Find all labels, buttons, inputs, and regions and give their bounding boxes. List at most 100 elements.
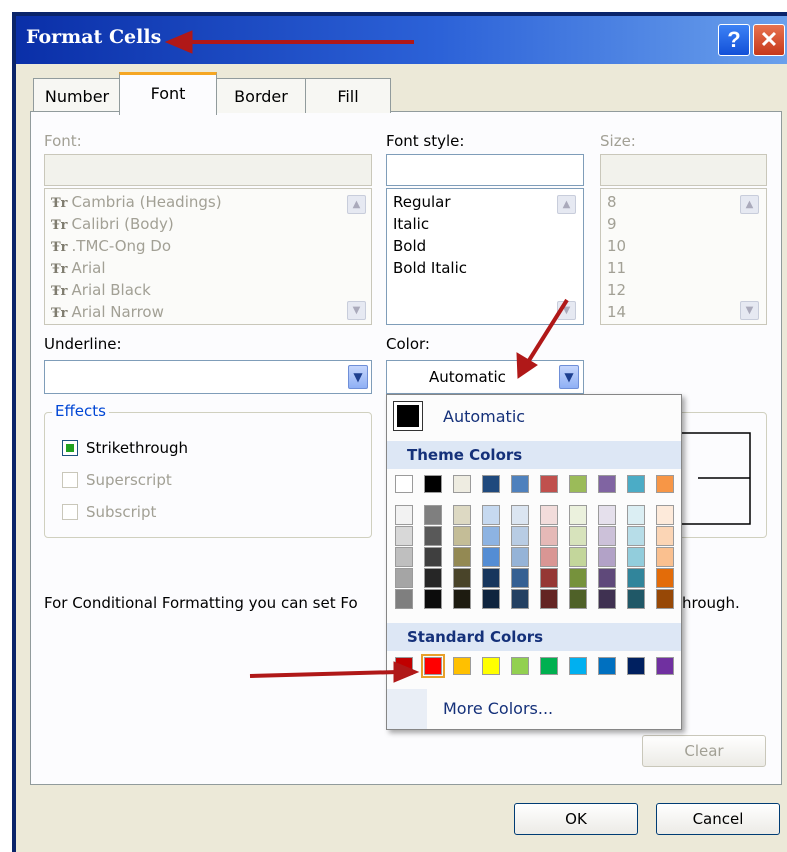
list-item[interactable]: Italic	[393, 215, 429, 233]
list-item[interactable]: 12	[607, 281, 626, 299]
theme-shade-swatch[interactable]	[395, 589, 413, 609]
scroll-up-button[interactable]: ▲	[347, 195, 366, 214]
strikethrough-checkbox[interactable]	[62, 440, 78, 456]
theme-shade-swatch[interactable]	[395, 505, 413, 525]
theme-color-swatch[interactable]	[453, 475, 471, 493]
tab-border[interactable]: Border	[216, 78, 306, 113]
theme-shade-swatch[interactable]	[511, 568, 529, 588]
help-button[interactable]: ?	[718, 24, 750, 56]
standard-color-swatch[interactable]	[627, 657, 645, 675]
color-dropdown[interactable]: Automatic ▼	[386, 360, 584, 394]
theme-shade-swatch[interactable]	[598, 589, 616, 609]
standard-color-swatch[interactable]	[511, 657, 529, 675]
theme-shade-swatch[interactable]	[598, 505, 616, 525]
theme-shade-swatch[interactable]	[540, 547, 558, 567]
theme-shade-swatch[interactable]	[482, 505, 500, 525]
tab-fill[interactable]: Fill	[305, 78, 391, 113]
tab-number[interactable]: Number	[33, 78, 121, 113]
theme-shade-swatch[interactable]	[540, 526, 558, 546]
theme-shade-swatch[interactable]	[569, 526, 587, 546]
standard-color-swatch[interactable]	[482, 657, 500, 675]
list-item[interactable]: Regular	[393, 193, 451, 211]
theme-shade-swatch[interactable]	[511, 589, 529, 609]
scroll-down-button[interactable]: ▼	[740, 301, 759, 320]
theme-shade-swatch[interactable]	[453, 568, 471, 588]
list-item[interactable]: Ŧr Arial Narrow	[51, 303, 164, 321]
automatic-option[interactable]: Automatic	[443, 407, 525, 426]
theme-color-swatch[interactable]	[482, 475, 500, 493]
list-item[interactable]: Ŧr Cambria (Headings)	[51, 193, 222, 211]
list-item[interactable]: Bold	[393, 237, 426, 255]
theme-shade-swatch[interactable]	[627, 568, 645, 588]
theme-shade-swatch[interactable]	[598, 526, 616, 546]
clear-button[interactable]: Clear	[642, 735, 766, 767]
theme-shade-swatch[interactable]	[482, 568, 500, 588]
cancel-button[interactable]: Cancel	[656, 803, 780, 835]
theme-shade-swatch[interactable]	[598, 547, 616, 567]
underline-dropdown[interactable]: ▼	[44, 360, 372, 394]
theme-shade-swatch[interactable]	[511, 526, 529, 546]
theme-shade-swatch[interactable]	[453, 526, 471, 546]
scroll-up-button[interactable]: ▲	[740, 195, 759, 214]
size-input[interactable]	[600, 154, 767, 186]
theme-shade-swatch[interactable]	[424, 547, 442, 567]
scroll-down-button[interactable]: ▼	[557, 301, 576, 320]
standard-color-swatch[interactable]	[598, 657, 616, 675]
theme-shade-swatch[interactable]	[395, 547, 413, 567]
theme-shade-swatch[interactable]	[540, 505, 558, 525]
theme-shade-swatch[interactable]	[511, 505, 529, 525]
theme-shade-swatch[interactable]	[482, 589, 500, 609]
theme-color-swatch[interactable]	[511, 475, 529, 493]
theme-shade-swatch[interactable]	[569, 505, 587, 525]
theme-color-swatch[interactable]	[569, 475, 587, 493]
theme-shade-swatch[interactable]	[511, 547, 529, 567]
list-item[interactable]: 11	[607, 259, 626, 277]
theme-color-swatch[interactable]	[627, 475, 645, 493]
theme-shade-swatch[interactable]	[656, 568, 674, 588]
theme-color-swatch[interactable]	[540, 475, 558, 493]
standard-color-swatch[interactable]	[656, 657, 674, 675]
scroll-down-button[interactable]: ▼	[347, 301, 366, 320]
font-input[interactable]	[44, 154, 372, 186]
theme-shade-swatch[interactable]	[395, 568, 413, 588]
theme-shade-swatch[interactable]	[656, 547, 674, 567]
automatic-swatch[interactable]	[393, 401, 423, 431]
theme-shade-swatch[interactable]	[540, 589, 558, 609]
theme-shade-swatch[interactable]	[395, 526, 413, 546]
theme-shade-swatch[interactable]	[569, 568, 587, 588]
font-list[interactable]: Ŧr Cambria (Headings) Ŧr Calibri (Body) Ŧr…	[44, 188, 372, 325]
theme-shade-swatch[interactable]	[424, 526, 442, 546]
theme-shade-swatch[interactable]	[656, 505, 674, 525]
standard-color-swatch[interactable]	[540, 657, 558, 675]
theme-color-swatch[interactable]	[395, 475, 413, 493]
chevron-down-icon[interactable]: ▼	[559, 365, 579, 389]
theme-color-swatch[interactable]	[656, 475, 674, 493]
theme-color-swatch[interactable]	[424, 475, 442, 493]
font-style-input[interactable]	[386, 154, 584, 186]
theme-shade-swatch[interactable]	[540, 568, 558, 588]
theme-shade-swatch[interactable]	[453, 589, 471, 609]
list-item[interactable]: Ŧr Arial Black	[51, 281, 151, 299]
superscript-checkbox[interactable]	[62, 472, 78, 488]
theme-shade-swatch[interactable]	[482, 526, 500, 546]
standard-color-swatch[interactable]	[569, 657, 587, 675]
scroll-up-button[interactable]: ▲	[557, 195, 576, 214]
theme-shade-swatch[interactable]	[482, 547, 500, 567]
list-item[interactable]: Bold Italic	[393, 259, 467, 277]
list-item[interactable]: Ŧr Calibri (Body)	[51, 215, 174, 233]
list-item[interactable]: Ŧr .TMC-Ong Do	[51, 237, 171, 255]
theme-shade-swatch[interactable]	[598, 568, 616, 588]
list-item[interactable]: Ŧr Arial	[51, 259, 106, 277]
theme-color-swatch[interactable]	[598, 475, 616, 493]
size-list[interactable]: 8 9 10 11 12 14 ▲ ▼	[600, 188, 767, 325]
standard-color-swatch-selected[interactable]	[421, 654, 445, 678]
standard-color-swatch[interactable]	[395, 657, 413, 675]
theme-shade-swatch[interactable]	[627, 589, 645, 609]
list-item[interactable]: 8	[607, 193, 617, 211]
more-colors-link[interactable]: More Colors...	[443, 699, 553, 718]
theme-shade-swatch[interactable]	[424, 568, 442, 588]
close-button[interactable]: ✕	[753, 24, 785, 56]
theme-shade-swatch[interactable]	[627, 547, 645, 567]
list-item[interactable]: 14	[607, 303, 626, 321]
chevron-down-icon[interactable]: ▼	[348, 365, 368, 389]
